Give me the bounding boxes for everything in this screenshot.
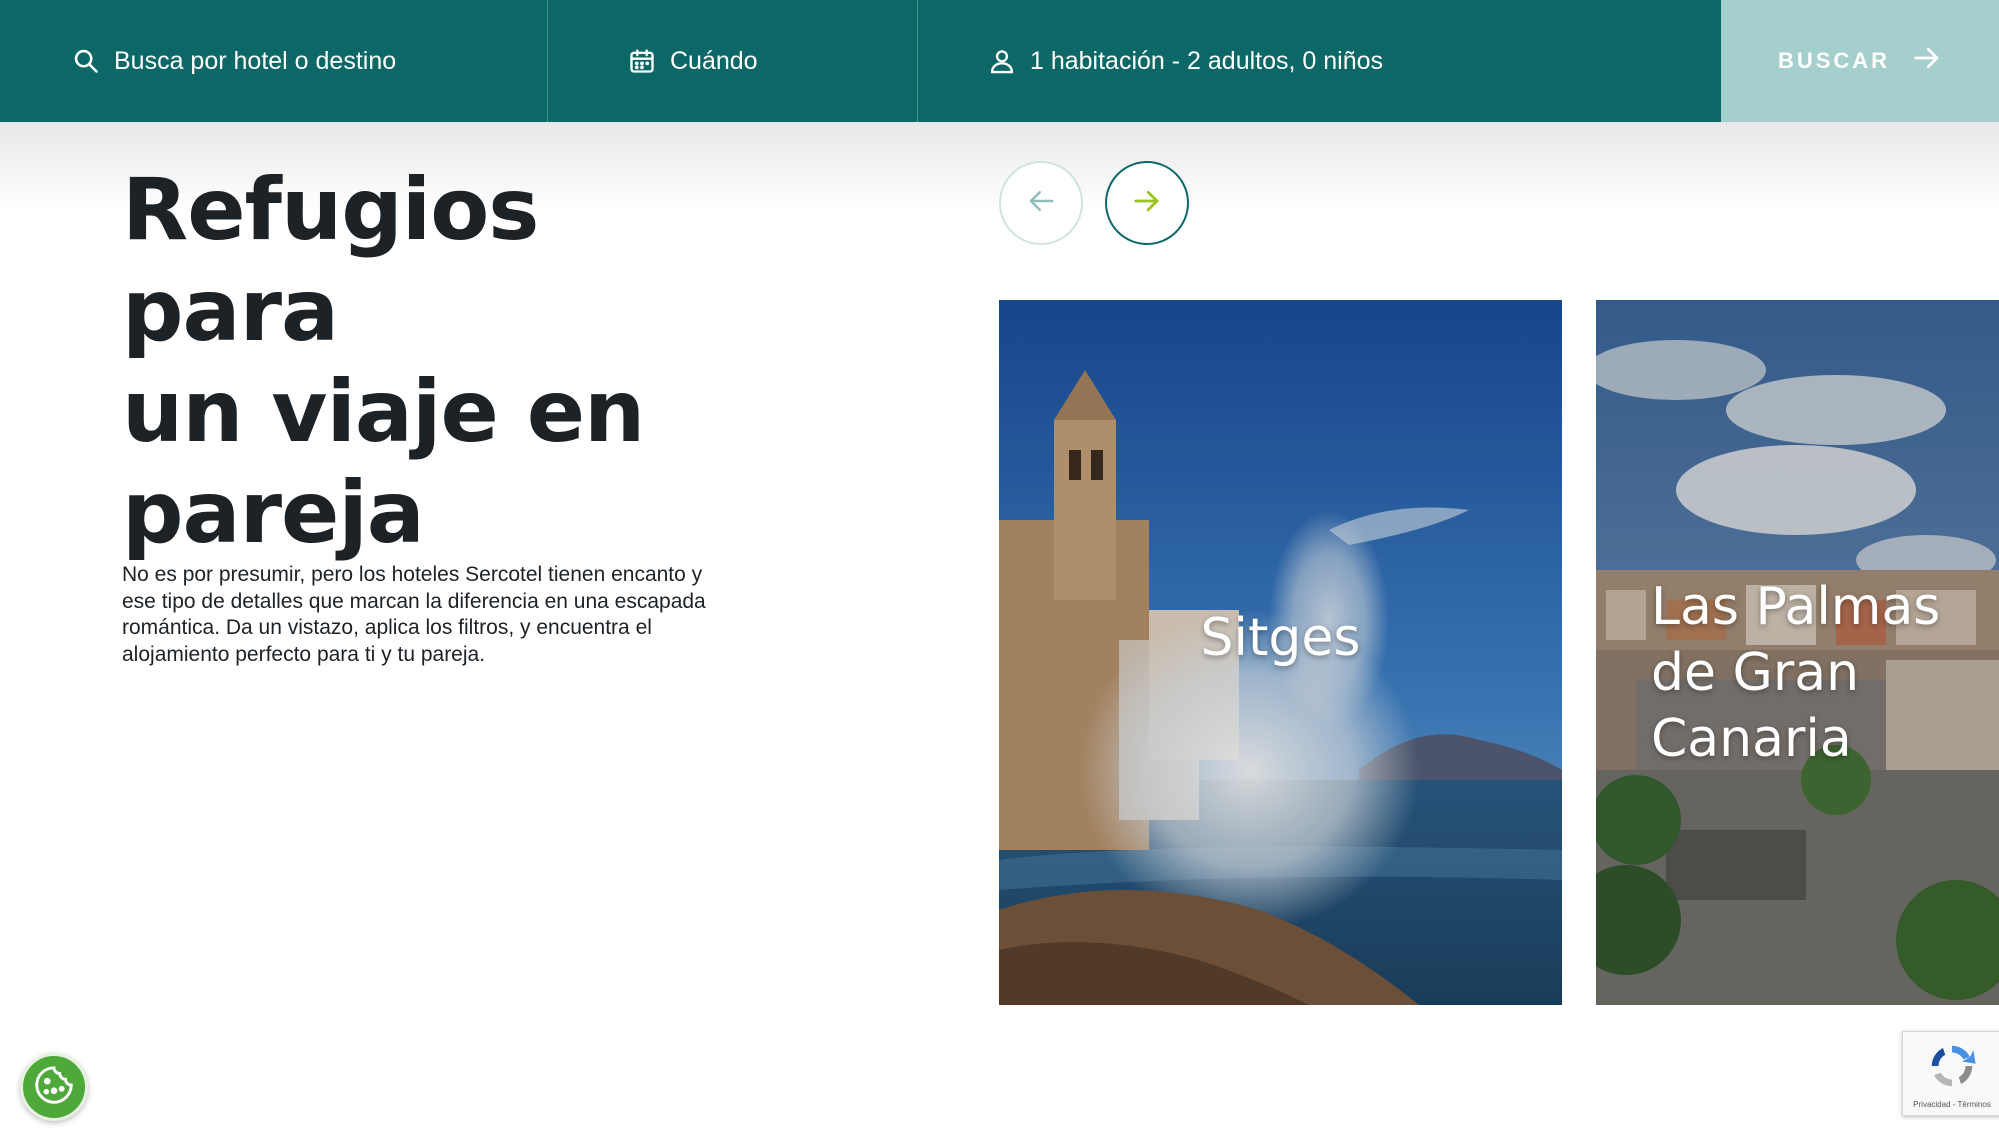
search-button-label: BUSCAR — [1777, 48, 1891, 73]
recaptcha-links: Privacidad - Términos — [1913, 1099, 1991, 1109]
person-icon — [988, 47, 1016, 75]
recaptcha-icon — [1925, 1039, 1979, 1098]
section-description: No es por presumir, pero los hoteles Ser… — [122, 563, 706, 666]
card-title: Sitges — [1200, 608, 1361, 668]
carousel-prev-button[interactable] — [999, 161, 1083, 245]
title-line: un viaje en — [122, 362, 645, 462]
arrow-right-icon — [1912, 43, 1942, 79]
destination-card[interactable]: Las Palmas de Gran Canaria — [1596, 300, 1999, 1005]
dates-field[interactable]: Cuándo — [547, 0, 917, 122]
calendar-icon — [628, 47, 656, 75]
card-title: Las Palmas de Gran Canaria — [1651, 577, 1941, 769]
dates-label: Cuándo — [670, 46, 758, 75]
search-bar: Busca por hotel o destino Cuándo 1 habit… — [0, 0, 1999, 122]
search-icon — [72, 47, 100, 75]
search-button[interactable]: BUSCAR — [1721, 0, 1999, 122]
recaptcha-badge[interactable]: Privacidad - Términos — [1902, 1031, 1999, 1116]
section-title: Refugios para un viaje en pareja — [122, 160, 742, 564]
destination-placeholder: Busca por hotel o destino — [114, 46, 397, 75]
destination-card[interactable]: Sitges — [999, 300, 1562, 1005]
cookie-icon — [31, 1062, 77, 1113]
title-line: pareja — [122, 463, 425, 563]
title-line: Refugios para — [122, 160, 539, 361]
carousel-next-button[interactable] — [1105, 161, 1189, 245]
arrow-left-icon — [1026, 186, 1056, 221]
guests-field[interactable]: 1 habitación - 2 adultos, 0 niños — [917, 0, 1721, 122]
guests-label: 1 habitación - 2 adultos, 0 niños — [1030, 46, 1384, 75]
arrow-right-icon — [1132, 186, 1162, 221]
destination-search-field[interactable]: Busca por hotel o destino — [0, 0, 547, 122]
cookie-settings-button[interactable] — [20, 1053, 88, 1121]
